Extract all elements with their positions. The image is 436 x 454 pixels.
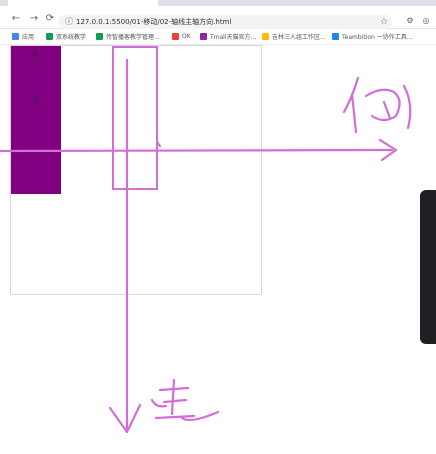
vertical-arrowhead [108,403,142,434]
annotation-overlay [0,58,412,434]
handwritten-glyph-right [342,76,412,134]
tick-mark [155,140,162,148]
horizontal-axis-arrow [0,148,394,153]
handwritten-glyph-bottom [150,378,220,422]
screen: ← → ⟳ ⓘ 127.0.0.1:5500/01-移动/02-轴线主轴方向.h… [0,0,436,454]
